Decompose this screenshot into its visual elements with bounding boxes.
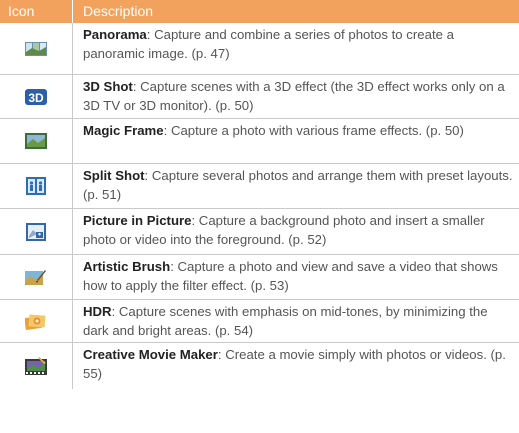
creative-movie-maker-icon — [25, 357, 47, 375]
picture-in-picture-icon — [26, 222, 46, 241]
mode-description: : Capture scenes with emphasis on mid-to… — [83, 304, 488, 338]
description-cell: Artistic Brush: Capture a photo and view… — [72, 255, 519, 299]
mode-name: 3D Shot — [83, 79, 133, 94]
icon-cell — [0, 23, 72, 74]
table-row: Picture in Picture: Capture a background… — [0, 209, 519, 255]
table-row: Creative Movie Maker: Create a movie sim… — [0, 343, 519, 389]
description-cell: Magic Frame: Capture a photo with variou… — [72, 119, 519, 163]
icon-cell — [0, 164, 72, 208]
magic-frame-icon — [25, 133, 47, 149]
table-header: Icon Description — [0, 0, 519, 23]
icon-cell — [0, 209, 72, 254]
mode-name: Split Shot — [83, 168, 145, 183]
mode-description: : Capture a photo with various frame eff… — [163, 123, 464, 138]
description-cell: Split Shot: Capture several photos and a… — [72, 164, 519, 208]
table-row: Split Shot: Capture several photos and a… — [0, 164, 519, 209]
description-cell: 3D Shot: Capture scenes with a 3D effect… — [72, 75, 519, 118]
svg-text:3D: 3D — [28, 91, 44, 105]
mode-name: Picture in Picture — [83, 213, 192, 228]
description-cell: Panorama: Capture and combine a series o… — [72, 23, 519, 74]
mode-name: Artistic Brush — [83, 259, 171, 274]
table-row: Artistic Brush: Capture a photo and view… — [0, 255, 519, 300]
hdr-icon — [25, 314, 46, 330]
description-cell: HDR: Capture scenes with emphasis on mid… — [72, 300, 519, 342]
description-cell: Creative Movie Maker: Create a movie sim… — [72, 343, 519, 389]
description-cell: Picture in Picture: Capture a background… — [72, 209, 519, 254]
mode-name: Panorama — [83, 27, 147, 42]
icon-column-header: Icon — [8, 3, 35, 19]
table-row: Panorama: Capture and combine a series o… — [0, 23, 519, 75]
description-column-header: Description — [72, 0, 519, 23]
table-row: HDR: Capture scenes with emphasis on mid… — [0, 300, 519, 343]
icon-cell — [0, 119, 72, 163]
icon-cell — [0, 255, 72, 299]
icon-cell — [0, 300, 72, 342]
icon-cell: 3D — [0, 75, 72, 118]
mode-name: Creative Movie Maker — [83, 347, 218, 362]
mode-name: Magic Frame — [83, 123, 164, 138]
artistic-brush-icon — [25, 270, 46, 285]
mode-description: : Capture scenes with a 3D effect (the 3… — [83, 79, 505, 113]
3d-shot-icon: 3D — [25, 88, 47, 105]
table-row: 3D 3D Shot: Capture scenes with a 3D eff… — [0, 75, 519, 119]
split-shot-icon — [26, 177, 46, 195]
panorama-icon — [25, 41, 47, 56]
table-row: Magic Frame: Capture a photo with variou… — [0, 119, 519, 164]
mode-description: : Capture several photos and arrange the… — [83, 168, 513, 202]
mode-name: HDR — [83, 304, 112, 319]
icon-cell — [0, 343, 72, 389]
mode-table: Icon Description Panorama: Capture and c… — [0, 0, 519, 389]
